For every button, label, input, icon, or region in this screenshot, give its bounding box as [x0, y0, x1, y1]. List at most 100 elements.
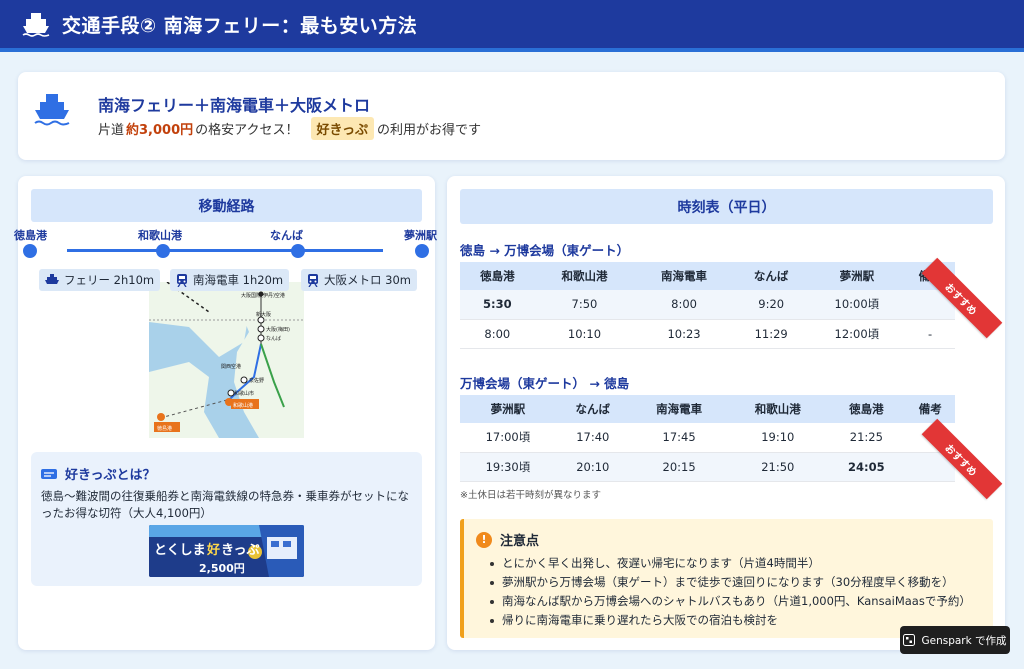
table-row: 5:30 7:50 8:00 9:20 10:00頃	[460, 290, 955, 320]
table-header-row: 徳島港 和歌山港 南海電車 なんば 夢洲駅 備考	[460, 262, 955, 290]
table-cell: 19:30頃	[460, 452, 556, 482]
station-wakayama: 和歌山港	[138, 229, 182, 242]
table-cell: 9:20	[733, 290, 809, 320]
summary-card: 南海フェリー＋南海電車＋大阪メトロ 片道 約3,000円 の格安アクセス！ 好き…	[18, 72, 1005, 160]
table-cell: 19:10	[728, 423, 828, 453]
segment-ferry: フェリー 2h10m	[39, 269, 161, 291]
map-label: 徳島港	[157, 425, 172, 432]
table-cell: 21:25	[827, 423, 906, 453]
table-row: 19:30頃 20:10 20:15 21:50 24:05	[460, 452, 955, 482]
col-header: 夢洲駅	[808, 262, 906, 290]
table-cell: 8:00	[634, 290, 734, 320]
station-yumeshima: 夢洲駅	[404, 229, 437, 242]
col-header: 備考	[905, 395, 955, 423]
table-cell: 12:00頃	[808, 319, 906, 349]
map-label: 和歌山市	[234, 390, 254, 397]
kippu-ticket-image: とくしま 好 きっぷ 2,500円	[149, 525, 304, 577]
table-cell: 17:40	[555, 423, 630, 453]
ticket-brand: とくしま	[154, 543, 206, 558]
table-cell: 17:00頃	[460, 423, 556, 453]
table-row: 17:00頃 17:40 17:45 19:10 21:25 -	[460, 423, 955, 453]
segment-label: 南海電車 1h20m	[193, 273, 284, 287]
kippu-tag: 好きっぷ	[310, 117, 374, 140]
caution-list: とにかく早く出発し、夜遅い帰宅になります（片道4時間半） 夢洲駅から万博会場（東…	[490, 554, 990, 630]
genspark-icon	[903, 634, 916, 646]
table-cell: 5:30	[460, 290, 535, 320]
list-item: 南海なんば駅から万博会場へのシャトルバスもあり（片道1,000円、KansaiM…	[490, 592, 990, 611]
route-map: 大阪国際(伊丹)空港 新大阪 大阪(梅田) なんば 関西空港 泉佐野 和歌山港 …	[149, 282, 304, 438]
col-header: 南海電車	[629, 395, 729, 423]
top-bar: 交通手段② 南海フェリー：最も安い方法	[0, 0, 1024, 52]
map-graphic: 大阪国際(伊丹)空港 新大阪 大阪(梅田) なんば 関西空港 泉佐野 和歌山港 …	[149, 282, 304, 438]
station-dot	[23, 244, 37, 258]
col-header: 南海電車	[634, 262, 734, 290]
segment-label: フェリー 2h10m	[64, 273, 155, 287]
sub-prefix: 片道	[98, 123, 125, 138]
station-tokushima: 徳島港	[14, 229, 47, 242]
sub-suffix: の利用がお得です	[376, 123, 481, 138]
table-cell: 21:50	[728, 452, 828, 482]
outbound-table: 徳島港 和歌山港 南海電車 なんば 夢洲駅 備考 5:30 7:50 8:00 …	[460, 262, 955, 349]
train-icon	[177, 273, 187, 287]
col-header: 夢洲駅	[460, 395, 556, 423]
ship-icon	[45, 274, 59, 284]
table-cell: 17:45	[629, 423, 729, 453]
segment-metro: 大阪メトロ 30m	[301, 269, 417, 291]
col-header: 徳島港	[460, 262, 535, 290]
exclamation-icon: !	[476, 531, 492, 548]
route-line	[67, 249, 383, 252]
list-item: 夢洲駅から万博会場（東ゲート）まで徒歩で遠回りになります（30分程度早く移動を）	[490, 573, 990, 592]
metro-icon	[308, 273, 318, 287]
station-dot	[156, 244, 170, 258]
kippu-title: 好きっぷとは？	[41, 464, 155, 483]
list-item: とにかく早く出発し、夜遅い帰宅になります（片道4時間半）	[490, 554, 990, 573]
station-labels: 徳島港 和歌山港 なんば 夢洲駅	[0, 227, 440, 243]
inbound-title: 万博会場（東ゲート） → 徳島	[460, 376, 630, 391]
table-cell: 10:10	[534, 319, 635, 349]
col-header: 徳島港	[827, 395, 906, 423]
table-cell: 20:15	[629, 452, 729, 482]
caution-title-text: 注意点	[500, 534, 540, 549]
table-header-row: 夢洲駅 なんば 南海電車 和歌山港 徳島港 備考	[460, 395, 955, 423]
station-dot	[415, 244, 429, 258]
map-label: 大阪(梅田)	[266, 326, 290, 333]
caution-title: ! 注意点	[476, 530, 539, 549]
route-summary-text: 片道 約3,000円 の格安アクセス！ 好きっぷ の利用がお得です	[98, 117, 481, 140]
table-cell: 24:05	[827, 452, 906, 482]
table-cell: 11:29	[733, 319, 809, 349]
route-header: 移動経路	[31, 189, 422, 222]
ticket-graphic: とくしま 好 きっぷ 2,500円	[149, 525, 304, 577]
col-header: なんば	[733, 262, 809, 290]
table-cell: 8:00	[460, 319, 535, 349]
station-namba: なんば	[270, 229, 303, 242]
ticket-brand-tail: きっぷ	[221, 543, 259, 558]
timetable-header: 時刻表（平日）	[460, 189, 993, 224]
sub-mid: の格安アクセス！	[195, 123, 299, 138]
price-highlight: 約3,000円	[126, 123, 194, 138]
table-cell: 10:00頃	[808, 290, 906, 320]
map-label: 大阪国際(伊丹)空港	[241, 292, 285, 299]
ticket-brand-accent: 好	[206, 542, 220, 558]
ship-icon	[22, 13, 50, 37]
col-header: 和歌山港	[728, 395, 828, 423]
outbound-title: 徳島 → 万博会場（東ゲート）	[460, 243, 630, 258]
table-cell: -	[905, 319, 955, 349]
kippu-title-text: 好きっぷとは？	[65, 468, 156, 483]
col-header: 和歌山港	[534, 262, 635, 290]
map-label: 関西空港	[221, 363, 241, 370]
map-label: 和歌山港	[233, 402, 253, 409]
kippu-info-box: 好きっぷとは？ 徳島～難波間の往復乗船券と南海電鉄線の特急券・乗車券がセットにな…	[31, 452, 422, 586]
kippu-description: 徳島～難波間の往復乗船券と南海電鉄線の特急券・乗車券がセットになったお得な切符（…	[41, 489, 409, 520]
ticket-price: 2,500円	[199, 562, 245, 575]
timetable-footnote: ※土休日は若干時刻が異なります	[460, 490, 601, 501]
station-dot	[291, 244, 305, 258]
badge-label: Genspark で作成	[921, 634, 1007, 647]
ferry-icon	[34, 94, 70, 126]
caution-box: ! 注意点 とにかく早く出発し、夜遅い帰宅になります（片道4時間半） 夢洲駅から…	[460, 519, 993, 638]
route-summary-title: 南海フェリー＋南海電車＋大阪メトロ	[98, 96, 371, 115]
map-label: なんば	[266, 335, 281, 342]
genspark-badge[interactable]: Genspark で作成	[900, 626, 1010, 654]
segment-train: 南海電車 1h20m	[170, 269, 290, 291]
table-row: 8:00 10:10 10:23 11:29 12:00頃 -	[460, 319, 955, 349]
table-cell: 7:50	[534, 290, 635, 320]
